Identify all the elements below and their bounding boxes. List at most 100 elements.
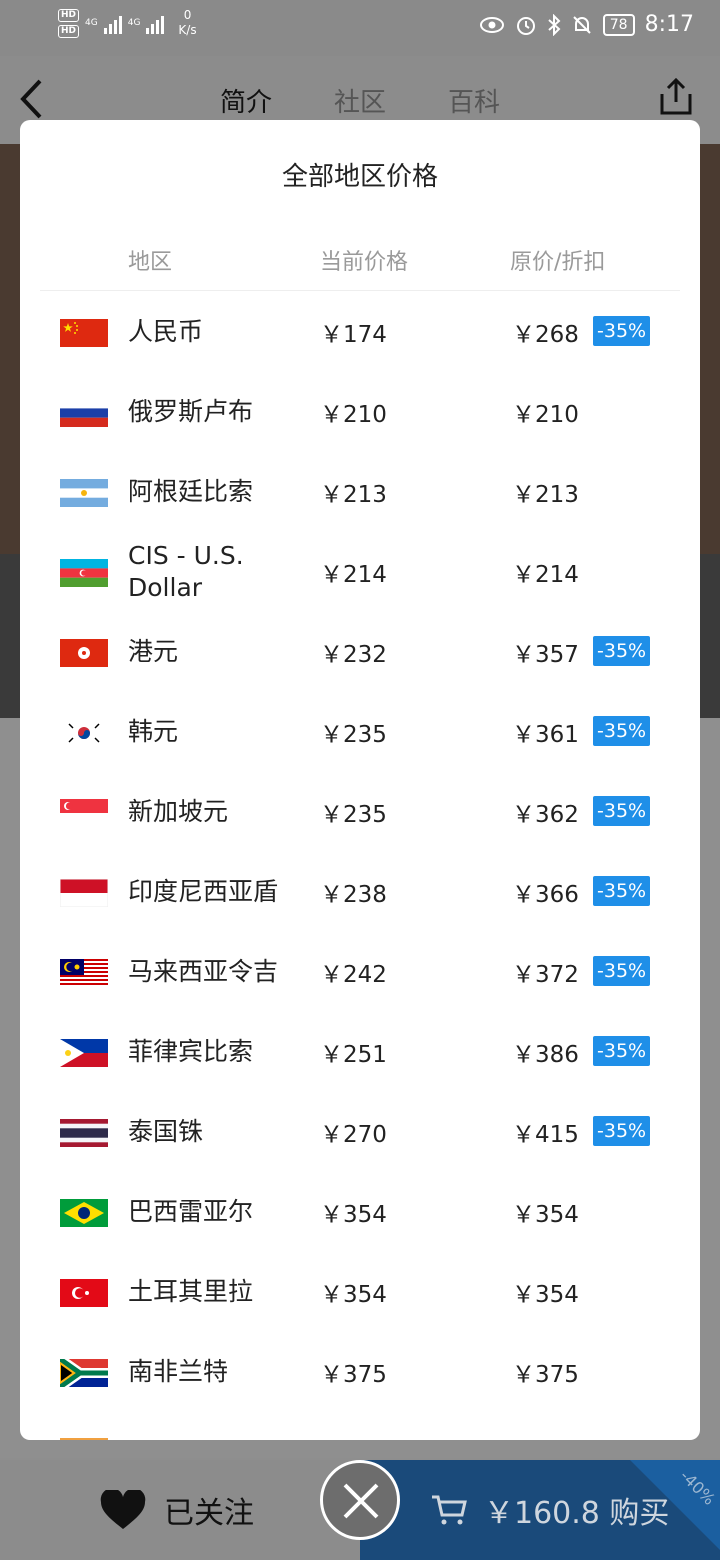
discount-badge: -35% <box>593 1116 651 1146</box>
current-price: ￥238 <box>320 882 387 908</box>
price-row: 土耳其里拉 ￥354 ￥354 <box>20 1252 700 1332</box>
original-price: ￥375 <box>512 1362 579 1388</box>
current-price: ￥214 <box>320 562 387 588</box>
region-name: 南非兰特 <box>128 1357 229 1386</box>
signal-icon <box>146 12 165 34</box>
current-price: ￥213 <box>320 482 387 508</box>
region-name: 阿根廷比索 <box>128 477 254 506</box>
region-name: 巴西雷亚尔 <box>128 1197 254 1226</box>
price-row: 港元 ￥232 ￥357 -35% <box>20 612 700 692</box>
column-header-region: 地区 <box>128 250 173 275</box>
signal-label: 4G <box>127 18 141 28</box>
modal-title: 全部地区价格 <box>281 162 438 192</box>
mute-icon <box>573 15 591 34</box>
buy-button[interactable]: ￥160.8 购买 -40% <box>360 1460 720 1560</box>
region-name: 人民币 <box>128 317 204 346</box>
bluetooth-icon <box>548 13 561 36</box>
region-name: 泰国铢 <box>128 1117 204 1146</box>
hd-icon: HD <box>58 8 80 22</box>
original-price: ￥213 <box>512 482 579 508</box>
column-header-original-price: 原价/折扣 <box>510 250 606 275</box>
header-divider <box>40 290 680 291</box>
tab-intro[interactable]: 简介 <box>220 82 272 119</box>
alarm-icon <box>516 16 535 35</box>
azerbaijan-flag-icon <box>60 559 108 587</box>
region-price-modal: 全部地区价格 地区 当前价格 原价/折扣 人民币 ￥174 ￥268 -35% … <box>20 120 700 1440</box>
current-price: ￥354 <box>320 1282 387 1308</box>
network-speed: 0 K/s <box>178 8 196 38</box>
indonesia-flag-icon <box>60 879 108 907</box>
share-icon[interactable] <box>658 78 694 116</box>
region-name: 土耳其里拉 <box>128 1277 254 1306</box>
current-price: ￥242 <box>320 962 387 988</box>
price-row: 印度尼西亚盾 ￥238 ￥366 -35% <box>20 852 700 932</box>
price-row: 人民币 ￥174 ￥268 -35% <box>20 292 700 372</box>
original-price: ￥366 <box>512 882 579 908</box>
china-flag-icon <box>60 319 108 347</box>
original-price: ￥214 <box>512 562 579 588</box>
column-header-current-price: 当前价格 <box>320 250 409 275</box>
original-price: ￥268 <box>512 322 579 348</box>
price-row: 新加坡元 ￥235 ￥362 -35% <box>20 772 700 852</box>
singapore-flag-icon <box>60 799 108 827</box>
original-price: ￥372 <box>512 962 579 988</box>
region-name: 菲律宾比索 <box>128 1037 254 1066</box>
signal-icon <box>103 12 122 34</box>
original-price: ￥210 <box>512 402 579 428</box>
hd-icon: HD <box>58 24 80 38</box>
discount-badge: -35% <box>593 876 651 906</box>
price-row: 韩元 ￥235 ￥361 -35% <box>20 692 700 772</box>
philippines-flag-icon <box>60 1039 108 1067</box>
original-price: ￥357 <box>512 642 579 668</box>
region-name: 港元 <box>128 637 179 666</box>
region-name: 马来西亚令吉 <box>128 957 279 986</box>
original-price: ￥354 <box>512 1202 579 1228</box>
price-row: 南非兰特 ￥375 ￥375 <box>20 1332 700 1412</box>
original-price: ￥362 <box>512 802 579 828</box>
brazil-flag-icon <box>60 1199 108 1227</box>
original-price: ￥361 <box>512 722 579 748</box>
current-price: ￥210 <box>320 402 387 428</box>
south-africa-flag-icon <box>60 1359 108 1387</box>
argentina-flag-icon <box>60 479 108 507</box>
next-row-flag-icon <box>60 1438 108 1440</box>
speed-value: 0 <box>183 8 192 22</box>
follow-label: 已关注 <box>164 1496 254 1531</box>
discount-badge: -35% <box>593 316 651 346</box>
tab-wiki[interactable]: 百科 <box>448 82 500 119</box>
region-name: 韩元 <box>128 717 179 746</box>
malaysia-flag-icon <box>60 959 108 987</box>
turkey-flag-icon <box>60 1279 108 1307</box>
eye-icon <box>479 16 504 33</box>
thailand-flag-icon <box>60 1119 108 1147</box>
discount-badge: -35% <box>593 636 651 666</box>
discount-badge: -35% <box>593 716 651 746</box>
price-row: CIS - U.S. Dollar ￥214 ￥214 <box>20 532 700 612</box>
current-price: ￥235 <box>320 722 387 748</box>
current-price: ￥235 <box>320 802 387 828</box>
current-price: ￥232 <box>320 642 387 668</box>
current-price: ￥270 <box>320 1122 387 1148</box>
original-price: ￥386 <box>512 1042 579 1068</box>
tab-community[interactable]: 社区 <box>334 82 386 119</box>
price-row: 阿根廷比索 ￥213 ￥213 <box>20 452 700 532</box>
discount-badge: -35% <box>593 956 651 986</box>
price-row: 巴西雷亚尔 ￥354 ￥354 <box>20 1172 700 1252</box>
price-list[interactable]: 人民币 ￥174 ￥268 -35% 俄罗斯卢布 ￥210 ￥210 阿根廷比索… <box>20 292 700 1412</box>
system-indicators: 78 8:17 <box>479 12 694 37</box>
hong-kong-flag-icon <box>60 639 108 667</box>
close-modal-button[interactable] <box>320 1460 400 1540</box>
battery-icon: 78 <box>602 13 635 36</box>
region-name: 印度尼西亚盾 <box>128 877 279 906</box>
price-row: 菲律宾比索 ￥251 ￥386 -35% <box>20 1012 700 1092</box>
original-price: ￥415 <box>512 1122 579 1148</box>
heart-icon <box>100 1490 146 1529</box>
original-price: ￥354 <box>512 1282 579 1308</box>
follow-button[interactable]: 已关注 <box>100 1488 254 1532</box>
status-bar: HD HD 4G 4G 0 K/s 78 8:17 <box>0 0 720 56</box>
network-indicators: HD HD 4G 4G 0 K/s <box>58 8 197 38</box>
tab-bar: 简介 社区 百科 <box>0 82 720 119</box>
price-row: 泰国铢 ￥270 ￥415 -35% <box>20 1092 700 1172</box>
current-price: ￥354 <box>320 1202 387 1228</box>
speed-unit: K/s <box>178 23 197 37</box>
